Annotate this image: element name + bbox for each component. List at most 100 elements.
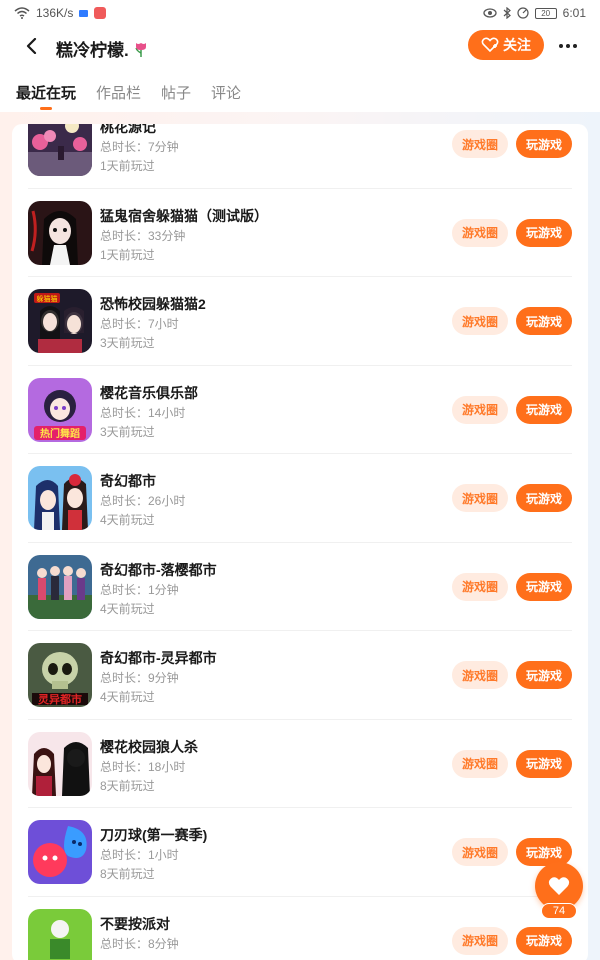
page-title: 糕冷柠檬. — [56, 36, 149, 61]
play-game-button[interactable]: 玩游戏 — [516, 926, 572, 955]
follow-label: 关注 — [503, 37, 531, 53]
game-duration: 总时长：8分钟 — [100, 936, 179, 951]
game-name: 樱花校园狼人杀 — [100, 738, 198, 755]
game-row[interactable]: 奇幻都市-落樱都市 总时长：1分钟 4天前玩过 游戏圈 玩游戏 — [28, 543, 572, 631]
game-icon[interactable]: 热门舞蹈 — [28, 377, 92, 442]
game-name: 桃花源记 — [100, 124, 156, 135]
dot — [559, 44, 563, 48]
app-notification-icon-2 — [94, 7, 107, 19]
play-game-button[interactable]: 玩游戏 — [516, 307, 572, 335]
play-game-button[interactable]: 玩游戏 — [516, 749, 572, 778]
user-name: 糕冷柠檬. — [56, 41, 129, 60]
icon-text-3: 灵异都市 — [38, 692, 82, 706]
game-row[interactable]: 热门舞蹈 樱花音乐俱乐部 总时长：14小时 3天前玩过 游戏圈 玩游戏 — [28, 366, 572, 454]
gauge-icon — [517, 7, 529, 19]
back-button[interactable] — [20, 34, 44, 58]
bluetooth-icon — [503, 7, 511, 19]
game-row[interactable]: 樱花校园狼人杀 总时长：18小时 8天前玩过 游戏圈 玩游戏 — [28, 720, 572, 808]
dot — [573, 44, 577, 48]
tab-posts[interactable]: 帖子 — [161, 74, 191, 110]
game-last-played: 3天前玩过 — [100, 424, 155, 439]
recent-games-card: 桃花源记 总时长：7分钟 1天前玩过 游戏圈 玩游戏 猛鬼宿舍躲猫猫（测试版） 总时长：33… — [12, 124, 588, 960]
game-duration: 总时长：7小时 — [100, 317, 179, 331]
heart-icon — [548, 877, 570, 895]
battery-icon: 20 — [534, 7, 557, 19]
game-circle-button[interactable]: 游戏圈 — [452, 484, 508, 512]
game-row[interactable]: 灵异都市 奇幻都市-灵异都市 总时长：9分钟 4天前玩过 游戏圈 玩游戏 — [28, 631, 572, 720]
game-duration: 总时长：1小时 — [100, 848, 179, 862]
game-row[interactable]: 刀刃球(第一赛季) 总时长：1小时 8天前玩过 游戏圈 玩游戏 — [28, 808, 572, 897]
app-notification-icon — [79, 9, 89, 17]
more-options-button[interactable] — [556, 34, 580, 58]
game-icon[interactable] — [28, 124, 92, 176]
game-icon[interactable] — [28, 908, 92, 960]
wifi-icon — [14, 7, 30, 19]
game-last-played: 8天前玩过 — [100, 867, 155, 881]
play-game-button[interactable]: 玩游戏 — [516, 572, 572, 601]
game-name: 奇幻都市-落樱都市 — [100, 561, 217, 578]
tab-comments[interactable]: 评论 — [211, 74, 241, 110]
game-duration: 总时长：26小时 — [100, 494, 186, 508]
game-icon[interactable]: 灵异都市 — [28, 643, 92, 707]
chevron-left-icon — [26, 38, 37, 54]
icon-text-1: 躲猫猫 — [37, 294, 58, 303]
game-circle-button[interactable]: 游戏圈 — [452, 749, 508, 778]
game-row[interactable]: 躲猫猫 恐怖校园躲猫猫2 总时长：7小时 3天前玩过 游戏圈 玩游戏 — [28, 277, 572, 366]
game-duration: 总时长：18小时 — [100, 759, 186, 774]
game-duration: 总时长：7分钟 — [100, 140, 179, 154]
game-icon[interactable]: 躲猫猫 — [28, 289, 92, 353]
game-last-played: 8天前玩过 — [100, 778, 155, 793]
game-circle-button[interactable]: 游戏圈 — [452, 926, 508, 955]
game-list: 桃花源记 总时长：7分钟 1天前玩过 游戏圈 玩游戏 猛鬼宿舍躲猫猫（测试版） 总时长：33… — [12, 124, 588, 960]
game-duration: 总时长：33分钟 — [100, 228, 186, 243]
eye-icon — [482, 8, 497, 18]
game-icon[interactable] — [28, 554, 92, 619]
game-circle-button[interactable]: 游戏圈 — [452, 395, 508, 424]
game-icon[interactable] — [28, 200, 92, 265]
play-game-button[interactable]: 玩游戏 — [516, 130, 572, 158]
game-duration: 总时长：9分钟 — [100, 671, 179, 685]
game-last-played: 1天前玩过 — [100, 159, 155, 173]
battery-level: 20 — [541, 8, 551, 18]
game-circle-button[interactable]: 游戏圈 — [452, 661, 508, 689]
follow-button[interactable]: 关注 — [468, 30, 544, 60]
game-icon[interactable] — [28, 820, 92, 884]
game-circle-button[interactable]: 游戏圈 — [452, 572, 508, 601]
play-game-button[interactable]: 玩游戏 — [516, 218, 572, 247]
game-name: 不要按派对 — [100, 915, 170, 932]
tulip-icon — [135, 42, 146, 57]
game-circle-button[interactable]: 游戏圈 — [452, 218, 508, 247]
game-name: 恐怖校园躲猫猫2 — [100, 296, 206, 312]
game-icon[interactable] — [28, 466, 92, 530]
game-last-played: 3天前玩过 — [100, 336, 155, 350]
game-name: 猛鬼宿舍躲猫猫（测试版） — [100, 207, 268, 224]
game-row[interactable]: 奇幻都市 总时长：26小时 4天前玩过 游戏圈 玩游戏 — [28, 454, 572, 543]
like-count: 74 — [541, 903, 577, 919]
play-game-button[interactable]: 玩游戏 — [516, 484, 572, 512]
game-name: 刀刃球(第一赛季) — [100, 827, 208, 843]
game-name: 奇幻都市-灵异都市 — [100, 650, 217, 666]
game-circle-button[interactable]: 游戏圈 — [452, 838, 508, 866]
dot — [566, 44, 570, 48]
tab-recently-played[interactable]: 最近在玩 — [16, 74, 76, 110]
game-duration: 总时长：1分钟 — [100, 582, 179, 597]
app-header: 糕冷柠檬. 关注 — [0, 26, 600, 70]
game-row[interactable]: 桃花源记总时长：7分钟 1天前玩过 游戏圈 玩游戏 — [28, 124, 572, 189]
game-name: 奇幻都市 — [100, 473, 156, 489]
game-circle-button[interactable]: 游戏圈 — [452, 307, 508, 335]
game-last-played: 1天前玩过 — [100, 247, 155, 262]
game-name: 樱花音乐俱乐部 — [100, 384, 198, 401]
icon-text-2: 热门舞蹈 — [40, 427, 80, 440]
play-game-button[interactable]: 玩游戏 — [516, 661, 572, 689]
profile-tabs: 最近在玩 作品栏 帖子 评论 — [0, 72, 600, 112]
tab-works[interactable]: 作品栏 — [96, 74, 141, 110]
game-last-played: 4天前玩过 — [100, 601, 155, 616]
game-last-played: 4天前玩过 — [100, 690, 155, 704]
heart-plus-icon — [481, 37, 499, 53]
game-circle-button[interactable]: 游戏圈 — [452, 130, 508, 158]
game-row[interactable]: 猛鬼宿舍躲猫猫（测试版） 总时长：33分钟 1天前玩过 游戏圈 玩游戏 — [28, 189, 572, 277]
status-bar: 136K/s 20 6:01 — [0, 0, 600, 26]
play-game-button[interactable]: 玩游戏 — [516, 395, 572, 424]
game-row[interactable]: 不要按派对总时长：8分钟 游戏圈 玩游戏 — [28, 897, 572, 960]
game-icon[interactable] — [28, 731, 92, 796]
